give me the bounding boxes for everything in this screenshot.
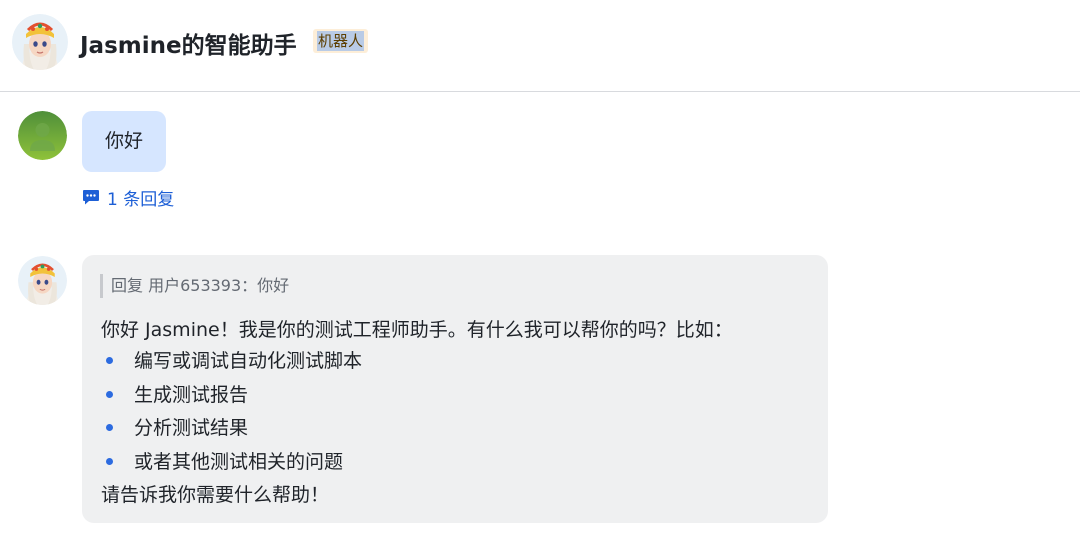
message-outro: 请告诉我你需要什么帮助！ — [101, 484, 330, 506]
list-item: 编写或调试自动化测试脚本 — [134, 350, 363, 372]
cartoon-girl-avatar-icon — [12, 14, 68, 70]
assistant-message-bubble: 回复 用户653393：你好 你好 Jasmine！我是你的测试工程师助手。有什… — [82, 255, 828, 523]
reply-count-label: 1 条回复 — [107, 189, 175, 210]
user-message-bubble: 你好 — [82, 111, 166, 172]
assistant-message-avatar[interactable] — [18, 256, 67, 305]
bot-badge-label: 机器人 — [317, 31, 365, 51]
bot-badge: 机器人 — [313, 29, 369, 53]
list-item: 生成测试报告 — [134, 384, 249, 406]
message-intro: 你好 Jasmine！我是你的测试工程师助手。有什么我可以帮你的吗？比如： — [101, 319, 733, 341]
user-avatar[interactable] — [18, 111, 67, 160]
chat-header: Jasmine的智能助手 机器人 — [0, 0, 1080, 92]
list-item: 分析测试结果 — [134, 417, 249, 439]
page-title: Jasmine的智能助手 — [80, 33, 297, 59]
bullet-icon — [106, 424, 113, 431]
list-item: 或者其他测试相关的问题 — [134, 451, 344, 473]
bullet-icon — [106, 357, 113, 364]
comment-bubble-icon — [83, 190, 99, 205]
quoted-reply: 回复 用户653393：你好 — [100, 274, 289, 298]
assistant-avatar[interactable] — [12, 14, 68, 70]
bullet-icon — [106, 391, 113, 398]
cartoon-girl-avatar-icon — [18, 256, 67, 305]
default-user-avatar-icon — [18, 111, 67, 160]
bullet-icon — [106, 458, 113, 465]
reply-thread-link[interactable]: 1 条回复 — [82, 184, 174, 210]
